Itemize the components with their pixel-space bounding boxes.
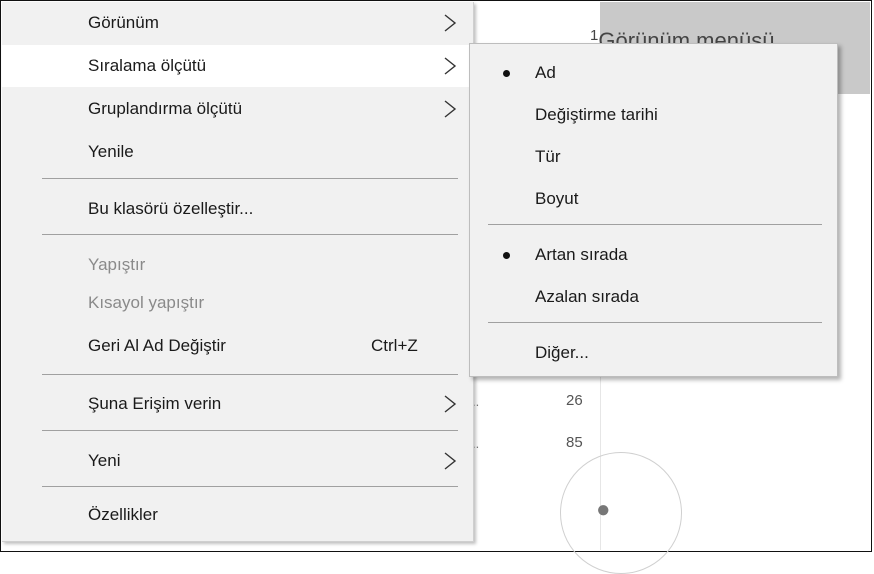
menu-item-label: Yeni bbox=[88, 451, 121, 470]
radio-bullet-icon bbox=[503, 252, 510, 259]
menu-item-label: Görünüm bbox=[88, 13, 159, 32]
menu-item-label: Kısayol yapıştır bbox=[88, 293, 205, 312]
row-value: 85 bbox=[566, 434, 583, 451]
menu-item-label: Yapıştır bbox=[88, 255, 146, 274]
context-menu: Görünüm Sıralama ölçütü Gruplandırma ölç… bbox=[2, 2, 474, 542]
menu-item-customize-folder[interactable]: Bu klasörü özelleştir... bbox=[2, 188, 472, 230]
menu-item-label: Şuna Erişim verin bbox=[88, 394, 222, 413]
menu-separator bbox=[42, 486, 458, 487]
submenu-item-label: Ad bbox=[535, 63, 556, 82]
sort-submenu: Ad Değiştirme tarihi Tür Boyut Artan sır… bbox=[469, 43, 838, 377]
chevron-right-icon bbox=[444, 14, 457, 32]
submenu-item-ascending[interactable]: Artan sırada bbox=[470, 234, 837, 276]
menu-item-properties[interactable]: Özellikler bbox=[2, 494, 472, 536]
avatar-circle bbox=[560, 452, 682, 574]
menu-item-shortcut: Ctrl+Z bbox=[371, 336, 418, 355]
menu-item-sort-by[interactable]: Sıralama ölçütü bbox=[2, 45, 472, 87]
submenu-item-size[interactable]: Boyut bbox=[470, 178, 837, 220]
menu-item-label: Gruplandırma ölçütü bbox=[88, 99, 243, 118]
chevron-right-icon bbox=[444, 395, 457, 413]
submenu-separator bbox=[488, 224, 822, 225]
submenu-item-label: Artan sırada bbox=[535, 245, 628, 264]
person-icon: ● bbox=[596, 496, 611, 523]
menu-item-give-access[interactable]: Şuna Erişim verin bbox=[2, 383, 472, 425]
row-value: 26 bbox=[566, 392, 583, 409]
chevron-right-icon bbox=[444, 57, 457, 75]
menu-item-refresh[interactable]: Yenile bbox=[2, 131, 472, 173]
menu-item-label: Özellikler bbox=[88, 505, 158, 524]
menu-item-label: Sıralama ölçütü bbox=[88, 56, 207, 75]
explorer-header-num: 1 bbox=[590, 27, 599, 44]
menu-item-label: Yenile bbox=[88, 142, 134, 161]
menu-item-label: Geri Al Ad Değiştir bbox=[88, 336, 226, 355]
submenu-item-label: Değiştirme tarihi bbox=[535, 105, 658, 124]
menu-separator bbox=[42, 234, 458, 235]
menu-separator bbox=[42, 430, 458, 431]
chevron-right-icon bbox=[444, 452, 457, 470]
menu-item-paste-shortcut: Kısayol yapıştır bbox=[2, 282, 472, 324]
menu-item-new[interactable]: Yeni bbox=[2, 440, 472, 482]
menu-separator bbox=[42, 178, 458, 179]
submenu-item-label: Tür bbox=[535, 147, 561, 166]
menu-separator bbox=[42, 374, 458, 375]
chevron-right-icon bbox=[444, 100, 457, 118]
menu-item-label: Bu klasörü özelleştir... bbox=[88, 199, 254, 218]
submenu-item-descending[interactable]: Azalan sırada bbox=[470, 276, 837, 318]
submenu-separator bbox=[488, 322, 822, 323]
submenu-item-label: Boyut bbox=[535, 189, 579, 208]
submenu-item-more[interactable]: Diğer... bbox=[470, 332, 837, 374]
submenu-item-type[interactable]: Tür bbox=[470, 136, 837, 178]
radio-bullet-icon bbox=[503, 70, 510, 77]
submenu-item-label: Azalan sırada bbox=[535, 287, 639, 306]
menu-item-group-by[interactable]: Gruplandırma ölçütü bbox=[2, 88, 472, 130]
menu-item-view[interactable]: Görünüm bbox=[2, 2, 472, 44]
submenu-item-label: Diğer... bbox=[535, 343, 589, 362]
menu-item-undo-rename[interactable]: Geri Al Ad Değiştir Ctrl+Z bbox=[2, 325, 472, 367]
submenu-item-date-modified[interactable]: Değiştirme tarihi bbox=[470, 94, 837, 136]
submenu-item-name[interactable]: Ad bbox=[470, 52, 837, 94]
menu-item-paste: Yapıştır bbox=[2, 244, 472, 286]
